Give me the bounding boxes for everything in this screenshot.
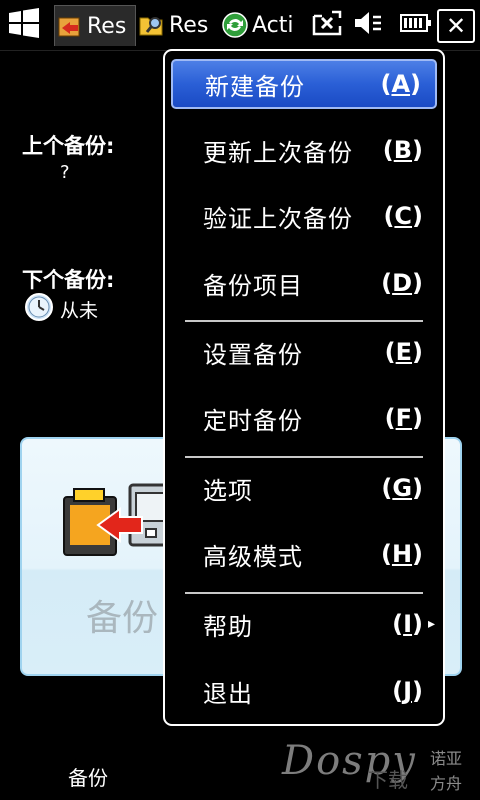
menu-item-label: 退出 bbox=[203, 679, 253, 708]
menu-item-setup-backup[interactable]: 设置备份 (E) bbox=[171, 327, 437, 377]
menu-item-label: 验证上次备份 bbox=[203, 204, 353, 233]
menu-item-new-backup[interactable]: 新建备份 (A) bbox=[171, 59, 437, 109]
menu-item-label: 更新上次备份 bbox=[203, 138, 353, 167]
menu-item-exit[interactable]: 退出 (J) bbox=[171, 666, 437, 716]
last-backup-value: ? bbox=[60, 162, 70, 183]
taskbar: Res Res Acti ✕ bbox=[0, 0, 480, 51]
menu-item-label: 选项 bbox=[203, 476, 253, 505]
watermark-cn-line1: 诺亚 bbox=[430, 749, 463, 768]
backup-button-label: 备份 bbox=[86, 598, 159, 639]
menu-item-shortcut: (F) bbox=[384, 404, 423, 432]
watermark-cn-line2: 方舟 bbox=[430, 774, 463, 793]
menu-item-shortcut: (I) bbox=[392, 610, 423, 638]
last-backup-label: 上个备份: bbox=[22, 134, 115, 158]
next-backup-row: 从未 bbox=[24, 292, 98, 327]
next-backup-label: 下个备份: bbox=[22, 268, 115, 292]
task-restore[interactable]: Res bbox=[54, 5, 136, 46]
task-label: Res bbox=[169, 12, 209, 38]
close-icon: ✕ bbox=[445, 12, 467, 40]
connectivity-button[interactable] bbox=[308, 8, 346, 42]
menu-item-scheduled-backup[interactable]: 定时备份 (F) bbox=[171, 393, 437, 443]
menu-item-shortcut: (E) bbox=[384, 338, 423, 366]
menu-item-label: 新建备份 bbox=[205, 72, 305, 101]
no-connection-icon bbox=[310, 8, 344, 42]
menu-item-help[interactable]: 帮助 (I) ▸ bbox=[171, 599, 437, 649]
close-button[interactable]: ✕ bbox=[437, 9, 475, 43]
context-menu: 新建备份 (A) 更新上次备份 (B) 验证上次备份 (C) 备份项目 (D) … bbox=[163, 49, 445, 726]
menu-item-shortcut: (B) bbox=[382, 136, 423, 164]
menu-item-shortcut: (C) bbox=[383, 202, 423, 230]
menu-item-shortcut: (G) bbox=[381, 474, 423, 502]
menu-item-shortcut: (D) bbox=[381, 269, 423, 297]
watermark-cn-mid: 下载 bbox=[368, 768, 408, 792]
task-label: Res bbox=[87, 13, 127, 39]
volume-muted-icon bbox=[352, 8, 384, 42]
menu-separator bbox=[185, 592, 423, 594]
battery-icon bbox=[400, 11, 432, 39]
menu-item-label: 定时备份 bbox=[203, 406, 303, 435]
menu-item-options[interactable]: 选项 (G) bbox=[171, 463, 437, 513]
volume-button[interactable] bbox=[350, 8, 386, 42]
folder-search-icon bbox=[137, 10, 167, 40]
menu-separator bbox=[185, 320, 423, 322]
windows-logo-icon bbox=[7, 8, 41, 42]
next-backup-value: 从未 bbox=[60, 300, 99, 322]
menu-item-label: 备份项目 bbox=[203, 271, 303, 300]
task-activesync[interactable]: Acti bbox=[220, 5, 300, 45]
clock-icon bbox=[24, 292, 54, 327]
menu-item-verify-last-backup[interactable]: 验证上次备份 (C) bbox=[171, 191, 437, 241]
task-restore-2[interactable]: Res bbox=[137, 5, 217, 45]
backup-card-icon bbox=[60, 481, 180, 565]
battery-button[interactable] bbox=[398, 8, 434, 42]
activesync-icon bbox=[220, 10, 250, 40]
menu-item-label: 设置备份 bbox=[203, 340, 303, 369]
menu-separator bbox=[185, 456, 423, 458]
menu-item-advanced-mode[interactable]: 高级模式 (H) bbox=[171, 529, 437, 579]
menu-item-update-last-backup[interactable]: 更新上次备份 (B) bbox=[171, 125, 437, 175]
menu-item-shortcut: (A) bbox=[380, 70, 421, 98]
task-label: Acti bbox=[252, 12, 294, 38]
menu-item-label: 高级模式 bbox=[203, 542, 303, 571]
menu-item-label: 帮助 bbox=[203, 612, 253, 641]
start-button[interactable] bbox=[4, 0, 44, 50]
menu-item-shortcut: (H) bbox=[380, 540, 423, 568]
menu-item-backup-items[interactable]: 备份项目 (D) bbox=[171, 258, 437, 308]
restore-backup-icon bbox=[55, 11, 85, 41]
menu-item-shortcut: (J) bbox=[392, 677, 423, 705]
submenu-arrow-icon: ▸ bbox=[427, 616, 435, 632]
left-softkey[interactable]: 备份 bbox=[68, 762, 108, 791]
